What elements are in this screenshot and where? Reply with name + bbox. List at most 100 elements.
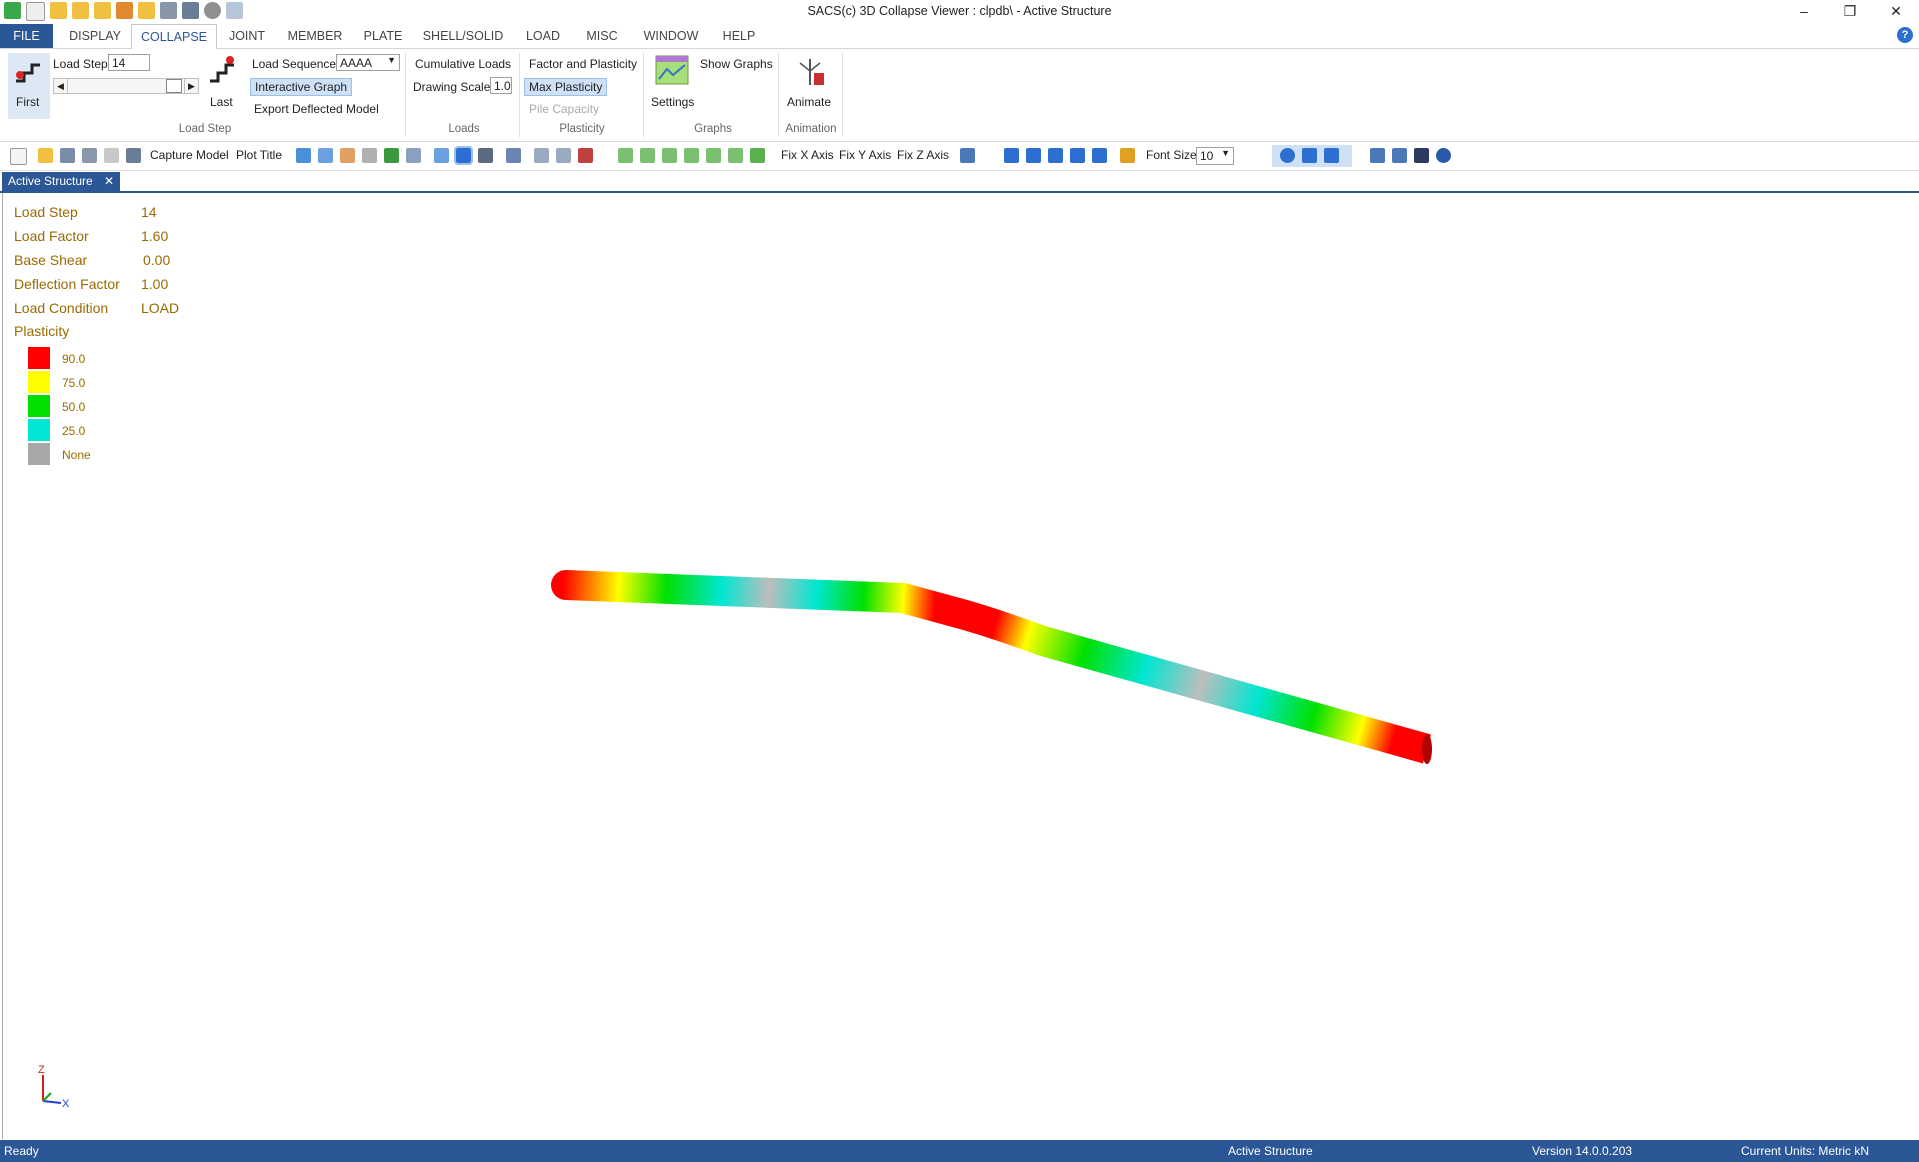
group-label-icon[interactable] xyxy=(1048,148,1063,163)
load-sequence-select[interactable]: AAAA ▼ xyxy=(336,54,400,71)
slider-thumb[interactable] xyxy=(166,79,182,93)
plot-title-button[interactable]: Plot Title xyxy=(236,148,282,162)
drawing-scale-input[interactable]: 1.0 xyxy=(490,77,512,94)
tab-load[interactable]: LOAD xyxy=(518,24,568,48)
slider-left-arrow[interactable]: ◀ xyxy=(54,79,68,93)
print-icon[interactable] xyxy=(126,148,141,163)
group-separator xyxy=(778,53,779,137)
rotate-icon[interactable] xyxy=(362,148,377,163)
load-step-input[interactable]: 14 xyxy=(108,54,150,71)
help-icon[interactable]: ? xyxy=(1897,27,1913,43)
view-back-icon[interactable] xyxy=(662,148,677,163)
ribbon-tabs: FILE DISPLAY COLLAPSE JOINT MEMBER PLATE… xyxy=(0,24,1919,50)
redo-icon[interactable] xyxy=(556,148,571,163)
interactive-graph-button[interactable]: Interactive Graph xyxy=(250,78,353,96)
tab-collapse[interactable]: COLLAPSE xyxy=(131,24,217,50)
fix-y-axis-button[interactable]: Fix Y Axis xyxy=(839,148,891,162)
tab-help[interactable]: HELP xyxy=(714,24,764,48)
open-folder-icon[interactable] xyxy=(38,148,53,163)
pile-capacity-button[interactable]: Pile Capacity xyxy=(529,102,599,116)
connect-icon[interactable] xyxy=(1392,148,1407,163)
tab-active-structure[interactable]: Active Structure ✕ xyxy=(2,172,121,191)
zoom-icon[interactable] xyxy=(318,148,333,163)
member-segment-1[interactable] xyxy=(551,570,973,628)
close-button[interactable]: ✕ xyxy=(1873,0,1919,24)
joint-label-icon[interactable] xyxy=(1004,148,1019,163)
minimize-button[interactable]: – xyxy=(1781,0,1827,24)
view-front-icon[interactable] xyxy=(640,148,655,163)
graphs-group-label: Graphs xyxy=(694,123,732,135)
close-icon[interactable]: ✕ xyxy=(104,174,114,188)
model-viewport[interactable]: Load Step 14 Load Factor 1.60 Base Shear… xyxy=(2,193,1918,1139)
member-end-cap xyxy=(1422,734,1432,764)
pan-hand-icon[interactable] xyxy=(340,148,355,163)
copy-icon[interactable] xyxy=(104,148,119,163)
tab-member[interactable]: MEMBER xyxy=(285,24,345,48)
cumulative-loads-button[interactable]: Cumulative Loads xyxy=(415,57,511,71)
show-graphs-button[interactable]: Show Graphs xyxy=(700,57,773,71)
load-step-slider[interactable]: ◀ ▶ xyxy=(53,78,199,94)
tab-file[interactable]: FILE xyxy=(0,24,53,48)
properties-icon[interactable] xyxy=(506,148,521,163)
zoom-window-icon[interactable] xyxy=(434,148,449,163)
font-size-select[interactable]: 10 ▼ xyxy=(1196,147,1234,165)
doc-tab-label: Active Structure xyxy=(8,174,93,188)
undo-icon[interactable] xyxy=(534,148,549,163)
settings-label: Settings xyxy=(651,95,695,109)
zoom-fit-icon[interactable] xyxy=(478,148,493,163)
zoom-extents-icon[interactable] xyxy=(454,146,473,165)
select-window-icon[interactable] xyxy=(1324,148,1339,163)
section-label-icon[interactable] xyxy=(1070,148,1085,163)
animate-label: Animate xyxy=(787,95,832,109)
refresh-icon[interactable] xyxy=(296,148,311,163)
font-icon[interactable] xyxy=(1120,148,1135,163)
animate-button[interactable]: Animate xyxy=(784,53,836,119)
restore-button[interactable]: ❐ xyxy=(1827,0,1873,24)
tab-display[interactable]: DISPLAY xyxy=(62,24,128,48)
chevron-down-icon: ▼ xyxy=(1221,148,1230,158)
fix-z-axis-button[interactable]: Fix Z Axis xyxy=(897,148,949,162)
layout-icon[interactable] xyxy=(960,148,975,163)
delete-icon[interactable] xyxy=(578,148,593,163)
animation-group-label: Animation xyxy=(785,123,837,135)
factor-and-plasticity-button[interactable]: Factor and Plasticity xyxy=(529,57,637,71)
select-member-icon[interactable] xyxy=(1302,148,1317,163)
select-joint-icon[interactable] xyxy=(1280,148,1295,163)
x-axis-label: X xyxy=(62,1098,70,1109)
load-step-group-label: Load Step xyxy=(178,123,232,135)
export-deflected-model-button[interactable]: Export Deflected Model xyxy=(254,102,379,116)
settings-button[interactable]: Settings xyxy=(650,53,694,119)
member-segment-2[interactable] xyxy=(954,598,1432,764)
view-bottom-icon[interactable] xyxy=(750,148,765,163)
save-icon[interactable] xyxy=(60,148,75,163)
max-plasticity-button[interactable]: Max Plasticity xyxy=(524,78,608,96)
orbit-icon[interactable] xyxy=(384,148,399,163)
group-separator xyxy=(842,53,843,137)
code-label-icon[interactable] xyxy=(1092,148,1107,163)
tab-joint[interactable]: JOINT xyxy=(222,24,272,48)
group-separator xyxy=(643,53,644,137)
view-right-icon[interactable] xyxy=(706,148,721,163)
member-label-icon[interactable] xyxy=(1026,148,1041,163)
capture-model-button[interactable]: Capture Model xyxy=(150,148,229,162)
last-button[interactable]: Last xyxy=(206,53,238,119)
search-icon[interactable] xyxy=(1370,148,1385,163)
fix-x-axis-button[interactable]: Fix X Axis xyxy=(781,148,834,162)
status-version: Version 14.0.0.203 xyxy=(1532,1144,1633,1158)
view-left-icon[interactable] xyxy=(684,148,699,163)
globe-icon[interactable] xyxy=(1436,148,1451,163)
tab-shell-solid[interactable]: SHELL/SOLID xyxy=(422,24,504,48)
drawing-scale-label: Drawing Scale xyxy=(413,80,491,94)
first-button[interactable]: First xyxy=(8,53,50,119)
first-step-icon xyxy=(16,63,40,83)
paint-icon[interactable] xyxy=(1414,148,1429,163)
tab-misc[interactable]: MISC xyxy=(578,24,626,48)
view-3d-icon[interactable] xyxy=(618,148,633,163)
view-icon[interactable] xyxy=(406,148,421,163)
tab-window[interactable]: WINDOW xyxy=(638,24,704,48)
tab-plate[interactable]: PLATE xyxy=(358,24,408,48)
new-icon[interactable] xyxy=(10,148,27,165)
view-top-icon[interactable] xyxy=(728,148,743,163)
slider-right-arrow[interactable]: ▶ xyxy=(184,79,198,93)
save-as-icon[interactable] xyxy=(82,148,97,163)
